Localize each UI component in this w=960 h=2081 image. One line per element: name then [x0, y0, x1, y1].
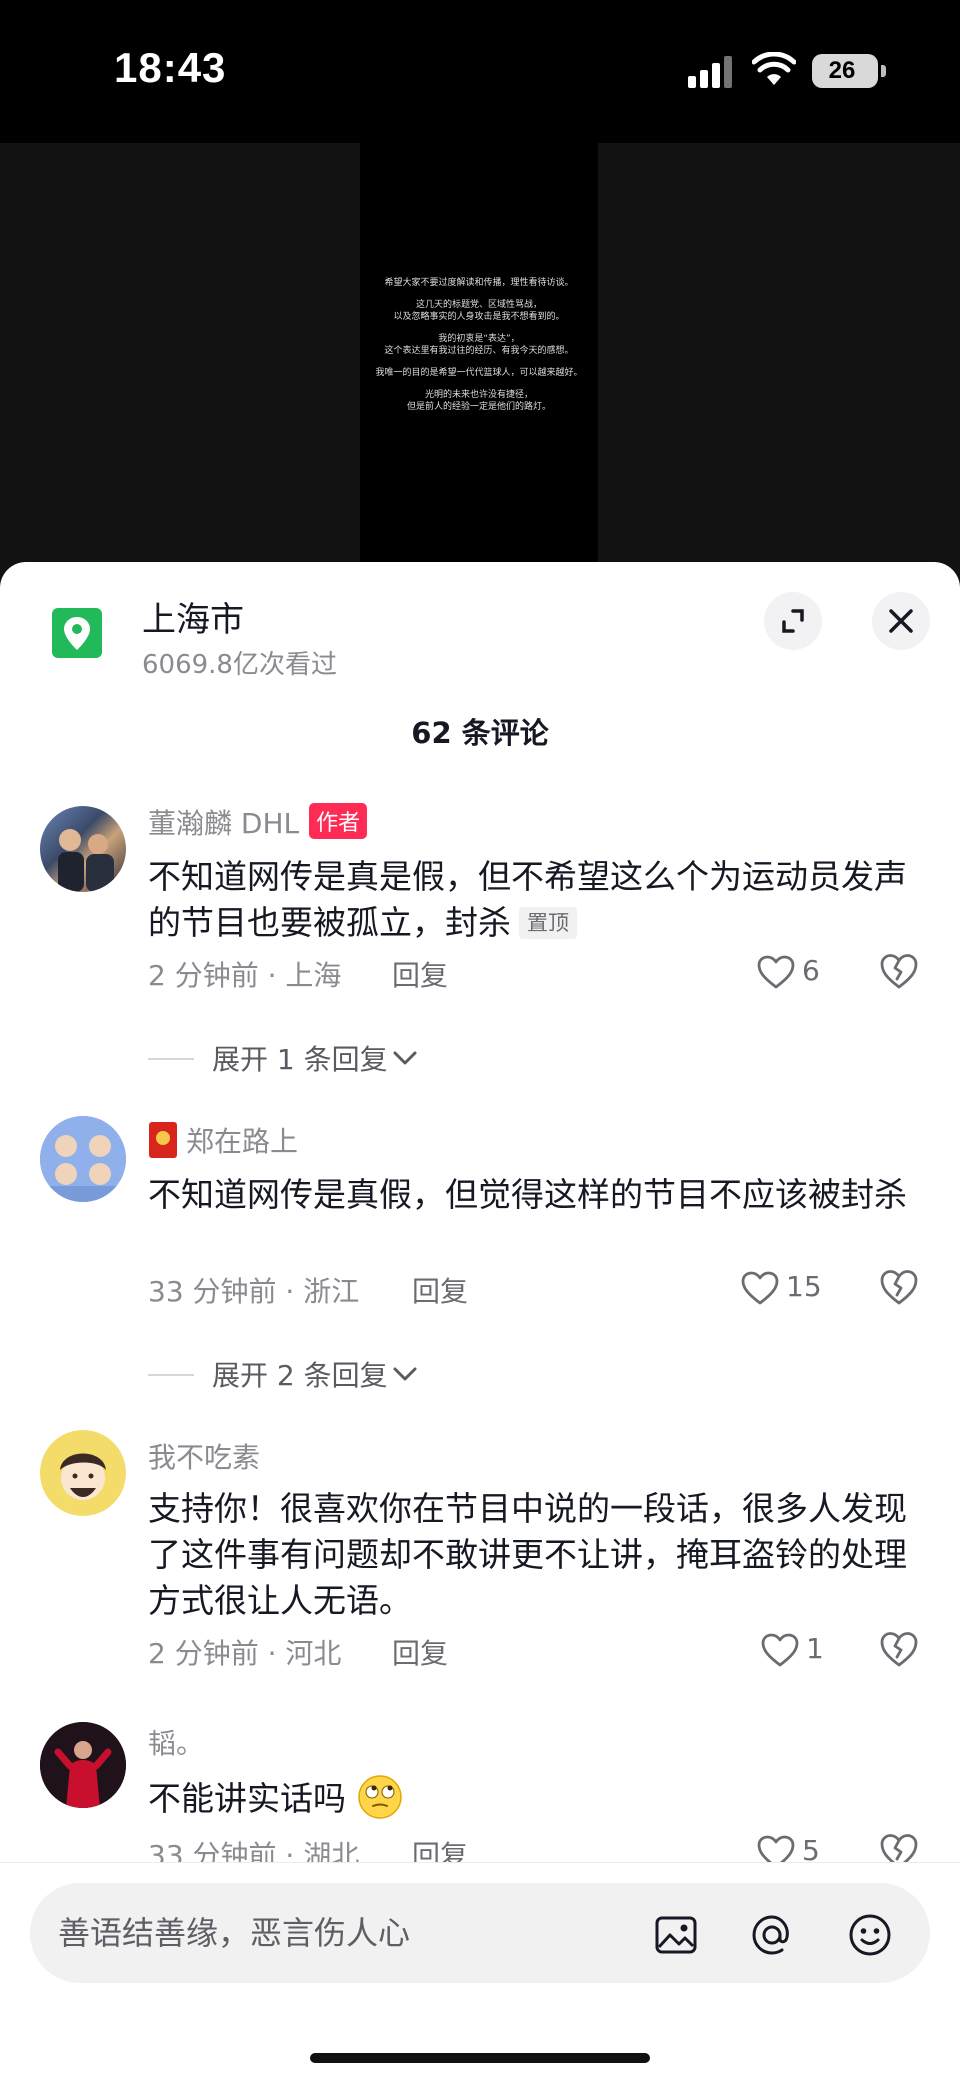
status-bar: 18:43 26: [0, 0, 960, 143]
like-count: 6: [802, 954, 820, 987]
expand-button[interactable]: [764, 592, 822, 650]
broken-heart-icon[interactable]: [878, 952, 920, 990]
location-title[interactable]: 上海市: [142, 592, 244, 641]
home-indicator[interactable]: [310, 2053, 650, 2063]
pinned-badge: 置顶: [519, 907, 577, 939]
video-line: 这几天的标题党、区域性骂战， 以及忽略事实的人身攻击是我不想看到的。: [393, 300, 565, 322]
comment-input-bar: [0, 1862, 960, 2081]
video-line: 希望大家不要过度解读和传播，理性看待访谈。: [384, 278, 574, 288]
username-text[interactable]: 郑在路上: [186, 1125, 298, 1158]
expand-replies-label[interactable]: 展开 1 条回复: [212, 1043, 388, 1076]
video-player[interactable]: 希望大家不要过度解读和传播，理性看待访谈。 这几天的标题党、区域性骂战， 以及忽…: [0, 143, 960, 583]
expand-replies[interactable]: 展开 1 条回复: [148, 1038, 418, 1078]
heart-icon[interactable]: [756, 954, 796, 990]
chevron-down-icon: [393, 1051, 417, 1065]
heart-icon[interactable]: [760, 1632, 800, 1668]
comment-username[interactable]: 我不吃素: [148, 1436, 260, 1476]
emoji-icon[interactable]: [846, 1911, 894, 1959]
comment-username[interactable]: 董瀚麟 DHL 作者: [148, 802, 368, 842]
signal-icon: [688, 56, 732, 88]
broken-heart-icon[interactable]: [878, 1630, 920, 1668]
image-icon[interactable]: [652, 1911, 700, 1959]
comment-meta: 2 分钟前 · 河北: [148, 1637, 342, 1670]
avatar[interactable]: [40, 1722, 126, 1808]
comment-input[interactable]: [58, 1883, 618, 1983]
reply-button[interactable]: 回复: [392, 1632, 448, 1672]
video-frame: 希望大家不要过度解读和传播，理性看待访谈。 这几天的标题党、区域性骂战， 以及忽…: [360, 143, 598, 583]
avatar[interactable]: [40, 806, 126, 892]
chevron-down-icon: [393, 1367, 417, 1381]
username-text[interactable]: 董瀚麟 DHL: [148, 807, 299, 840]
expand-icon: [782, 609, 804, 633]
red-envelope-icon: [149, 1122, 177, 1158]
comment-meta: 33 分钟前 · 浙江: [148, 1275, 360, 1308]
video-line: 我唯一的目的是希望一代代篮球人，可以越来越好。: [375, 368, 583, 378]
reply-button[interactable]: 回复: [412, 1270, 468, 1310]
video-line: 光明的未来也许没有捷径， 但是前人的经验一定是他们的路灯。: [406, 390, 551, 412]
expand-replies[interactable]: 展开 2 条回复: [148, 1354, 418, 1394]
video-line: 我的初衷是“表达”， 这个表达里有我过往的经历、有我今天的感想。: [384, 334, 574, 356]
comment-username[interactable]: 韬。: [148, 1722, 204, 1762]
comment-text[interactable]: 支持你！很喜欢你在节目中说的一段话，很多人发现了这件事有问题却不敢讲更不让讲，掩…: [148, 1486, 908, 1624]
broken-heart-icon[interactable]: [878, 1268, 920, 1306]
avatar[interactable]: [40, 1116, 126, 1202]
battery-icon: 26: [812, 54, 886, 88]
wifi-icon: [752, 52, 796, 85]
comment-sheet: 上海市 6069.8亿次看过 62 条评论 董瀚麟 DHL 作者 不知道网传是真是…: [0, 562, 960, 2081]
avatar[interactable]: [40, 1430, 126, 1516]
status-time: 18:43: [114, 44, 227, 91]
author-badge: 作者: [309, 803, 368, 839]
location-views: 6069.8亿次看过: [142, 650, 337, 680]
like-count: 15: [786, 1270, 822, 1303]
reply-button[interactable]: 回复: [392, 954, 448, 994]
comment-input-container[interactable]: [30, 1883, 930, 1983]
close-icon: [889, 609, 913, 633]
comment-count: 62 条评论: [411, 716, 549, 750]
rolling-eyes-emoji-icon: [357, 1775, 402, 1819]
close-button[interactable]: [872, 592, 930, 650]
comment-text[interactable]: 不知道网传是真假，但觉得这样的节目不应该被封杀: [148, 1172, 908, 1218]
comment-meta: 2 分钟前 · 上海: [148, 959, 342, 992]
heart-icon[interactable]: [740, 1270, 780, 1306]
comment-text[interactable]: 不知道网传是真是假，但不希望这么个为运动员发声的节目也要被孤立，封杀 置顶: [148, 854, 908, 946]
expand-replies-label[interactable]: 展开 2 条回复: [212, 1359, 388, 1392]
comment-body: 不能讲实话吗: [148, 1779, 346, 1818]
at-icon[interactable]: [748, 1911, 796, 1959]
comment-username[interactable]: 郑在路上: [148, 1120, 298, 1160]
map-pin-icon[interactable]: [52, 608, 102, 658]
comment-text[interactable]: 不能讲实话吗: [148, 1774, 908, 1822]
battery-level: 26: [828, 57, 856, 84]
like-count: 1: [806, 1632, 824, 1665]
video-text: 希望大家不要过度解读和传播，理性看待访谈。 这几天的标题党、区域性骂战， 以及忽…: [360, 277, 598, 423]
